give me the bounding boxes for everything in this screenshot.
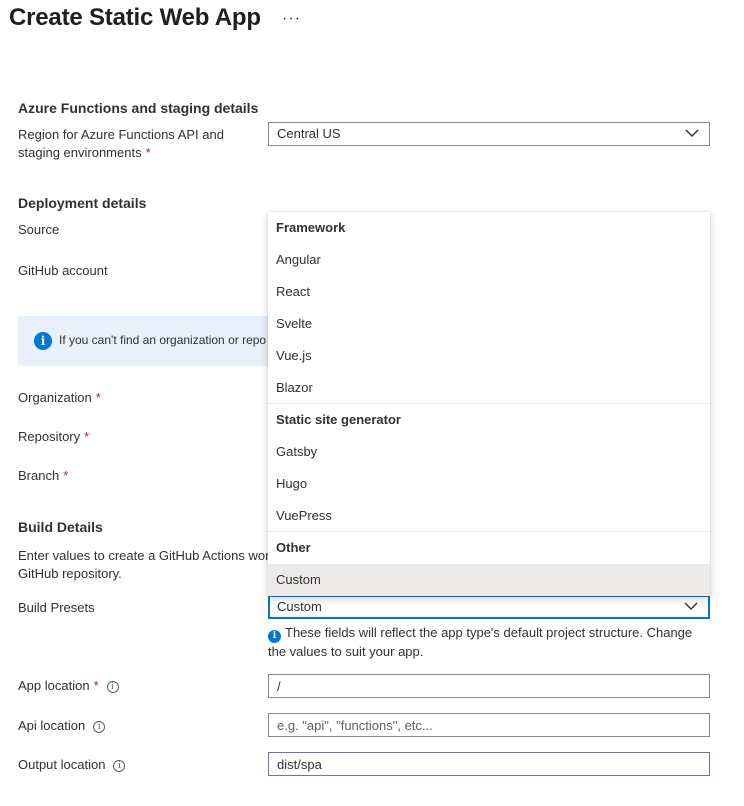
- create-static-web-app-page: Create Static Web App ··· Azure Function…: [0, 0, 744, 806]
- region-select[interactable]: Central US: [268, 122, 710, 146]
- required-marker: *: [95, 390, 101, 405]
- page-title: Create Static Web App: [9, 4, 261, 31]
- organization-label: Organization *: [18, 389, 101, 407]
- info-icon: i: [268, 630, 281, 643]
- dropdown-group-header-other: Other: [276, 540, 311, 555]
- region-label-line1: Region for Azure Functions API and: [18, 127, 224, 142]
- region-select-value: Central US: [277, 126, 341, 141]
- build-presets-value: Custom: [277, 599, 322, 614]
- repository-label-text: Repository: [18, 429, 81, 444]
- output-location-label-text: Output location: [18, 757, 106, 772]
- app-location-input[interactable]: [268, 674, 710, 698]
- build-presets-select[interactable]: Custom: [268, 595, 710, 619]
- functions-section-heading: Azure Functions and staging details: [18, 100, 259, 116]
- dropdown-option-svelte[interactable]: Svelte: [268, 308, 710, 340]
- dropdown-option-vuepress[interactable]: VuePress: [268, 500, 710, 532]
- chevron-down-icon: [684, 602, 698, 610]
- app-location-label: App location * i: [18, 677, 119, 695]
- dropdown-option-angular[interactable]: Angular: [268, 244, 710, 276]
- build-description-line2: GitHub repository.: [18, 566, 122, 581]
- dropdown-option-vuejs[interactable]: Vue.js: [268, 340, 710, 372]
- output-location-label: Output location i: [18, 756, 126, 774]
- info-icon[interactable]: i: [93, 720, 106, 733]
- required-marker: *: [84, 429, 90, 444]
- api-location-label: Api location i: [18, 717, 106, 735]
- info-icon[interactable]: i: [113, 759, 126, 772]
- build-description: Enter values to create a GitHub Actions …: [18, 547, 269, 583]
- branch-label-text: Branch: [18, 468, 60, 483]
- required-marker: *: [63, 468, 69, 483]
- chevron-down-icon: [685, 129, 699, 137]
- build-presets-hint-text: These fields will reflect the app type's…: [268, 625, 693, 659]
- dropdown-option-blazor[interactable]: Blazor: [268, 372, 710, 404]
- api-location-input[interactable]: [268, 713, 710, 737]
- dropdown-option-react[interactable]: React: [268, 276, 710, 308]
- build-presets-label: Build Presets: [18, 600, 95, 615]
- build-presets-dropdown: Framework Angular React Svelte Vue.js Bl…: [268, 212, 710, 596]
- app-location-label-text: App location: [18, 678, 90, 693]
- organization-label-text: Organization: [18, 390, 92, 405]
- info-icon: i: [34, 332, 52, 350]
- info-message-bar: i If you can't find an organization or r…: [18, 316, 278, 366]
- region-label-line2: staging environments: [18, 145, 142, 160]
- info-message-text: If you can't find an organization or rep…: [59, 333, 267, 347]
- api-location-label-text: Api location: [18, 718, 86, 733]
- branch-label: Branch *: [18, 467, 68, 485]
- region-label: Region for Azure Functions API and stagi…: [18, 126, 224, 162]
- dropdown-option-custom[interactable]: Custom: [268, 564, 710, 596]
- required-marker: *: [145, 145, 151, 160]
- build-description-line1: Enter values to create a GitHub Actions …: [18, 548, 270, 563]
- dropdown-option-hugo[interactable]: Hugo: [268, 468, 710, 500]
- info-icon[interactable]: i: [106, 680, 119, 693]
- repository-label: Repository *: [18, 428, 89, 446]
- output-location-input[interactable]: [268, 752, 710, 776]
- build-section-heading: Build Details: [18, 519, 103, 535]
- required-marker: *: [93, 678, 99, 693]
- deployment-section-heading: Deployment details: [18, 195, 147, 211]
- build-presets-hint: i These fields will reflect the app type'…: [268, 624, 708, 661]
- github-account-label: GitHub account: [18, 263, 108, 278]
- dropdown-group-header-ssg: Static site generator: [276, 412, 401, 427]
- dropdown-option-gatsby[interactable]: Gatsby: [268, 436, 710, 468]
- source-label: Source: [18, 222, 60, 237]
- dropdown-group-header-framework: Framework: [276, 220, 346, 235]
- more-icon[interactable]: ···: [282, 10, 301, 28]
